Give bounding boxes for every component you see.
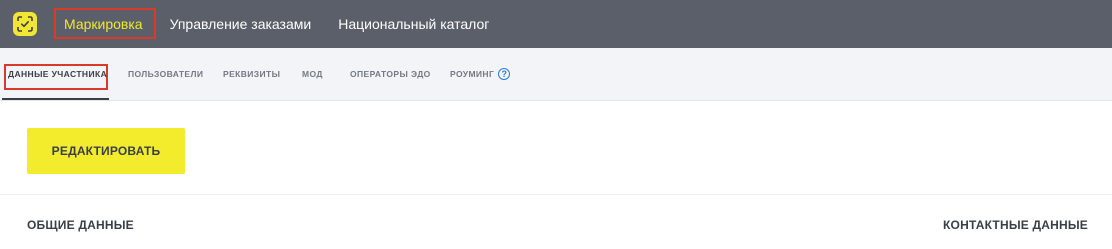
tab-roaming[interactable]: РОУМИНГ ? — [450, 48, 511, 100]
marking-scan-icon[interactable] — [13, 12, 37, 36]
nav-order-management[interactable]: Управление заказами — [170, 8, 312, 39]
tab-participant-data[interactable]: ДАННЫЕ УЧАСТНИКА — [8, 48, 107, 100]
nav-national-catalog[interactable]: Национальный каталог — [338, 8, 489, 39]
top-navigation-bar: Маркировка Управление заказами Националь… — [0, 0, 1112, 48]
contact-data-heading: КОНТАКТНЫЕ ДАННЫЕ — [943, 218, 1088, 232]
active-tab-underline — [2, 98, 109, 100]
tab-requisites[interactable]: РЕКВИЗИТЫ — [223, 48, 280, 100]
tab-roaming-label: РОУМИНГ — [450, 69, 495, 79]
tab-users[interactable]: ПОЛЬЗОВАТЕЛИ — [128, 48, 203, 100]
profile-tabs: ДАННЫЕ УЧАСТНИКА ПОЛЬЗОВАТЕЛИ РЕКВИЗИТЫ … — [0, 48, 1112, 101]
main-nav: Маркировка Управление заказами Националь… — [54, 8, 489, 39]
nav-marking[interactable]: Маркировка — [54, 8, 156, 39]
general-data-heading: ОБЩИЕ ДАННЫЕ — [27, 218, 134, 232]
edit-button[interactable]: РЕДАКТИРОВАТЬ — [27, 128, 185, 174]
tab-mod[interactable]: МОД — [302, 48, 323, 100]
section-divider — [0, 194, 1112, 195]
tab-edo-operators[interactable]: ОПЕРАТОРЫ ЭДО — [350, 48, 431, 100]
help-icon[interactable]: ? — [498, 68, 511, 80]
